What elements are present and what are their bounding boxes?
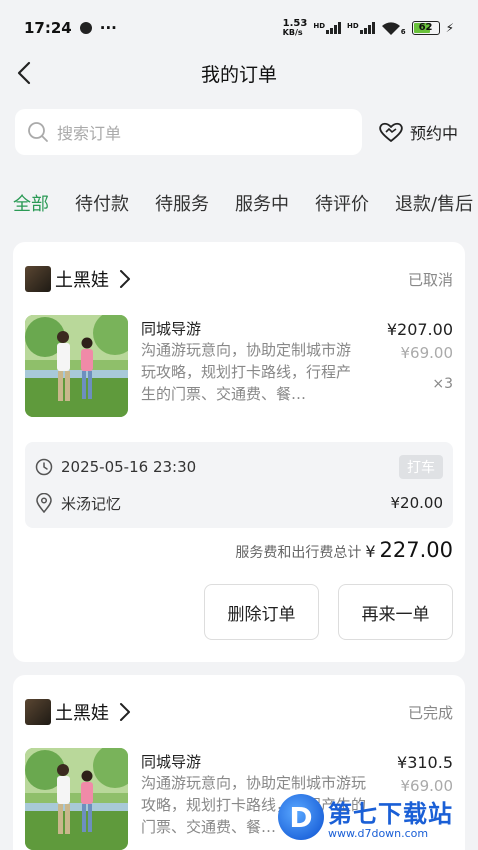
search-input[interactable]: 搜索订单 — [15, 109, 362, 155]
reorder-button[interactable]: 再来一单 — [338, 584, 453, 640]
heart-icon — [379, 122, 403, 142]
tab-pending-payment[interactable]: 待付款 — [75, 186, 129, 232]
more-notifications-icon: ··· — [99, 19, 117, 37]
wifi-icon: 6 — [381, 21, 406, 36]
reserve-button[interactable]: 预约中 — [378, 120, 458, 144]
tab-refund[interactable]: 退款/售后 — [395, 186, 473, 232]
watermark-url: www.d7down.com — [328, 827, 429, 840]
trip-time: 2025-05-16 23:30 — [61, 458, 197, 476]
order-total: 服务费和出行费总计 ¥ 227.00 — [235, 538, 453, 562]
product-price: ¥310.5 — [397, 753, 453, 772]
location-pin-icon — [35, 493, 53, 513]
chevron-right-icon — [120, 270, 130, 288]
product-description: 沟通游玩意向，协助定制城市游玩攻略，规划打卡路线，行程产生的门票、交通费、餐… — [141, 341, 352, 403]
product-name: 同城导游 — [141, 320, 202, 338]
chevron-left-icon — [17, 61, 31, 85]
page-header: 我的订单 — [0, 56, 478, 90]
delete-order-button[interactable]: 删除订单 — [204, 584, 319, 640]
tab-all[interactable]: 全部 — [13, 186, 49, 232]
trip-info-box: 2025-05-16 23:30 打车 米汤记忆 ¥20.00 — [25, 442, 453, 528]
total-currency: ¥ — [365, 542, 376, 561]
trip-place-price: ¥20.00 — [390, 494, 444, 512]
product-price: ¥207.00 — [386, 320, 453, 339]
total-label: 服务费和出行费总计 — [235, 545, 362, 561]
taxi-tag: 打车 — [399, 455, 443, 479]
chevron-right-icon — [120, 703, 130, 721]
product-image[interactable] — [25, 315, 128, 417]
trip-place-row: 米汤记忆 ¥20.00 — [35, 490, 443, 516]
tab-pending-review[interactable]: 待评价 — [315, 186, 369, 232]
reserve-label: 预约中 — [410, 124, 459, 143]
total-value: 227.00 — [379, 538, 453, 562]
product-name: 同城导游 — [141, 753, 202, 771]
shop-logo — [25, 699, 51, 725]
page-title: 我的订单 — [200, 63, 277, 86]
order-tabs: 全部 待付款 待服务 服务中 待评价 退款/售后 — [0, 186, 478, 232]
network-speed: 1.53 KB/s — [282, 18, 308, 38]
order-card[interactable]: 土黑娃 已取消 同城导游 沟通游玩意向，协助定制城市游玩攻略，规划打卡路线，行程… — [13, 242, 465, 662]
product-image[interactable] — [25, 748, 128, 850]
watermark-title: 第七下载站 — [328, 800, 453, 828]
product-quantity: ×3 — [432, 376, 453, 392]
search-row: 搜索订单 预约中 — [15, 109, 465, 155]
notification-icon — [79, 22, 92, 34]
shop-name: 土黑娃 — [55, 270, 109, 291]
shop-row[interactable]: 土黑娃 已取消 — [25, 264, 453, 294]
search-icon — [28, 122, 48, 142]
signal-2-icon: HD — [347, 22, 375, 34]
shop-row[interactable]: 土黑娃 已完成 — [25, 697, 453, 727]
site-watermark: D 第七下载站 www.d7down.com — [278, 786, 474, 848]
tab-in-service[interactable]: 服务中 — [235, 186, 289, 232]
product-original-price: ¥69.00 — [400, 344, 454, 362]
order-status: 已取消 — [407, 270, 453, 289]
charging-icon: ⚡ — [445, 21, 454, 35]
search-placeholder: 搜索订单 — [57, 124, 122, 143]
watermark-logo: D — [278, 794, 324, 840]
trip-place: 米汤记忆 — [61, 494, 122, 513]
clock-icon — [35, 458, 53, 476]
trip-time-row: 2025-05-16 23:30 打车 — [35, 454, 443, 480]
tab-pending-service[interactable]: 待服务 — [155, 186, 209, 232]
clock: 17:24 — [24, 19, 72, 37]
back-button[interactable] — [16, 60, 40, 86]
battery-icon: 62 — [411, 21, 440, 35]
shop-name: 土黑娃 — [55, 703, 109, 724]
status-indicators: 1.53 KB/s HD HD 6 62 ⚡ — [282, 18, 454, 38]
signal-1-icon: HD — [313, 22, 342, 34]
status-bar: 17:24 ··· 1.53 KB/s HD HD 6 62 ⚡ — [0, 0, 478, 56]
shop-logo — [25, 266, 51, 292]
order-status: 已完成 — [407, 703, 453, 722]
